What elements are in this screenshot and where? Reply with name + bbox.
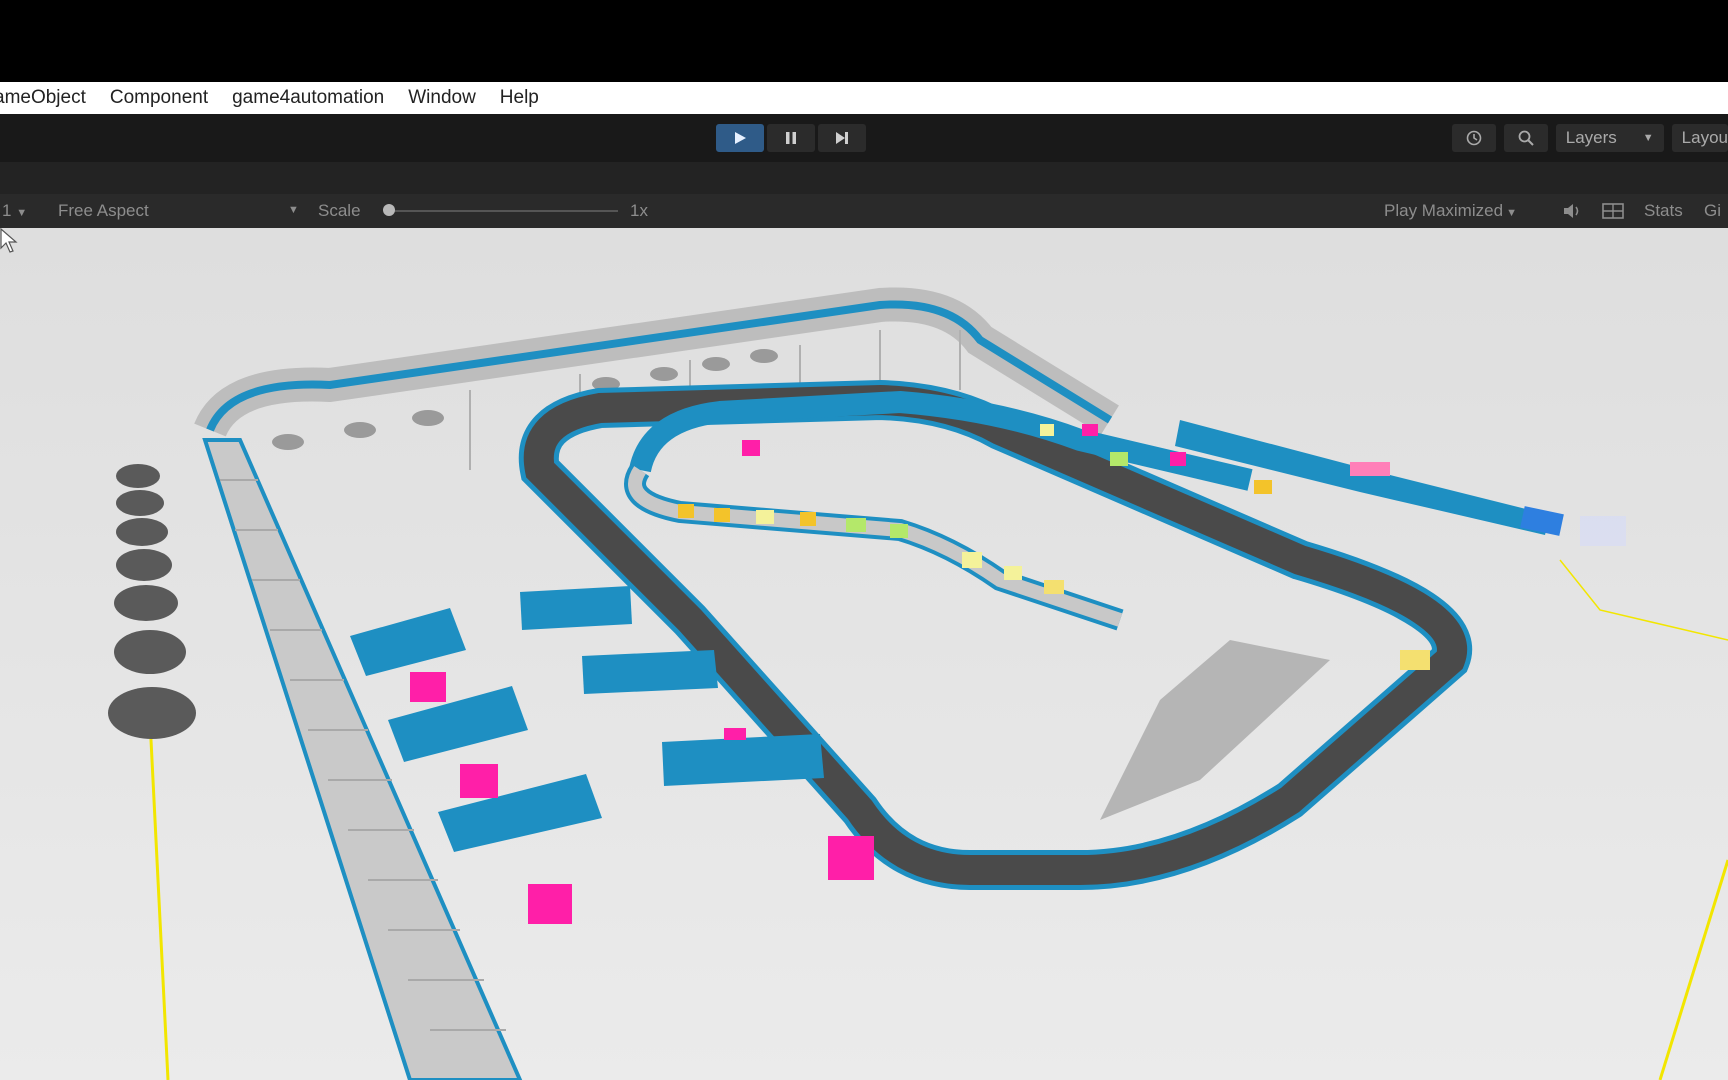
undo-history-button[interactable]: [1451, 124, 1496, 152]
scale-slider-handle[interactable]: [383, 204, 395, 216]
game-tab-strip: [0, 162, 1728, 194]
menu-component[interactable]: Component: [98, 87, 220, 109]
mouse-cursor-icon: [0, 228, 18, 253]
stats-grid-button[interactable]: [1602, 202, 1624, 225]
aspect-label: Free Aspect: [58, 201, 149, 220]
layers-label: Layers: [1565, 128, 1617, 147]
game-view-toolbar: 1 ▼ Free Aspect ▼ Scale 1x Play Maximize…: [0, 194, 1728, 228]
toolbar-right-tools: Layers ▼ Layou: [1451, 124, 1728, 152]
chevron-down-icon: ▼: [1503, 207, 1517, 219]
step-button[interactable]: [818, 124, 866, 152]
mute-audio-button[interactable]: [1562, 202, 1582, 225]
chevron-down-icon: ▼: [1642, 132, 1654, 144]
play-button[interactable]: [716, 124, 764, 152]
layout-dropdown[interactable]: Layou: [1671, 124, 1728, 152]
screen-letterbox-top: [0, 0, 1728, 82]
grid-icon: [1602, 203, 1624, 219]
pause-button[interactable]: [767, 124, 815, 152]
main-toolbar: Layers ▼ Layou: [0, 114, 1728, 162]
game-viewport[interactable]: [0, 228, 1728, 1080]
stats-toggle[interactable]: Stats: [1644, 201, 1683, 221]
play-maximized-toggle[interactable]: Play Maximized ▼: [1384, 201, 1517, 221]
menu-game4automation[interactable]: game4automation: [220, 87, 396, 109]
gizmos-toggle[interactable]: Gi: [1704, 201, 1721, 221]
menu-window[interactable]: Window: [396, 87, 488, 109]
conveyor-scene: [0, 228, 1728, 1080]
playback-controls: [716, 124, 866, 152]
layers-dropdown[interactable]: Layers ▼: [1555, 124, 1664, 152]
search-icon: [1518, 130, 1534, 146]
step-icon: [836, 132, 848, 144]
display-select[interactable]: 1 ▼: [2, 201, 27, 221]
aspect-select[interactable]: Free Aspect: [58, 201, 149, 221]
dock-pad: [1580, 516, 1626, 546]
chevron-down-icon: ▼: [288, 204, 299, 216]
pause-icon: [786, 132, 796, 144]
play-icon: [735, 132, 746, 144]
menu-gameobject[interactable]: ameObject: [0, 87, 98, 109]
menu-bar: ameObject Component game4automation Wind…: [0, 82, 1728, 114]
menu-help[interactable]: Help: [488, 87, 551, 109]
speaker-icon: [1564, 204, 1579, 218]
scale-label: Scale: [318, 201, 361, 220]
scale-slider-track[interactable]: [386, 210, 618, 212]
layout-label: Layou: [1681, 128, 1728, 147]
history-icon: [1466, 130, 1482, 146]
search-button[interactable]: [1503, 124, 1548, 152]
scale-value: 1x: [630, 201, 648, 220]
chevron-down-icon: ▼: [16, 207, 28, 219]
